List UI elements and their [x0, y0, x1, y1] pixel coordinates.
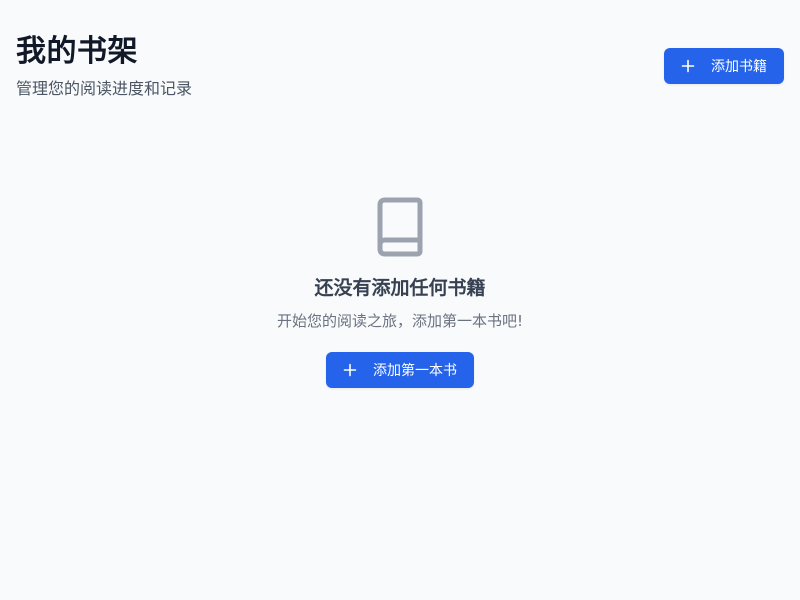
- bookshelf-page: 我的书架 管理您的阅读进度和记录 添加书籍 还没有添加任何书籍 开始您的阅读之旅…: [0, 0, 800, 600]
- empty-state-description: 开始您的阅读之旅，添加第一本书吧!: [276, 312, 523, 330]
- page-header: 我的书架 管理您的阅读进度和记录: [16, 32, 192, 100]
- add-book-button[interactable]: 添加书籍: [664, 48, 784, 84]
- add-book-button-label: 添加书籍: [711, 59, 767, 75]
- book-icon: [377, 197, 423, 257]
- empty-state: 还没有添加任何书籍 开始您的阅读之旅，添加第一本书吧! 添加第一本书: [0, 196, 800, 388]
- empty-state-title: 还没有添加任何书籍: [314, 277, 486, 299]
- page-subtitle: 管理您的阅读进度和记录: [16, 79, 193, 98]
- plus-icon: [343, 363, 357, 377]
- add-first-book-button-label: 添加第一本书: [373, 363, 457, 379]
- plus-icon: [681, 59, 695, 73]
- page-title: 我的书架: [16, 34, 138, 69]
- add-first-book-button[interactable]: 添加第一本书: [326, 352, 474, 388]
